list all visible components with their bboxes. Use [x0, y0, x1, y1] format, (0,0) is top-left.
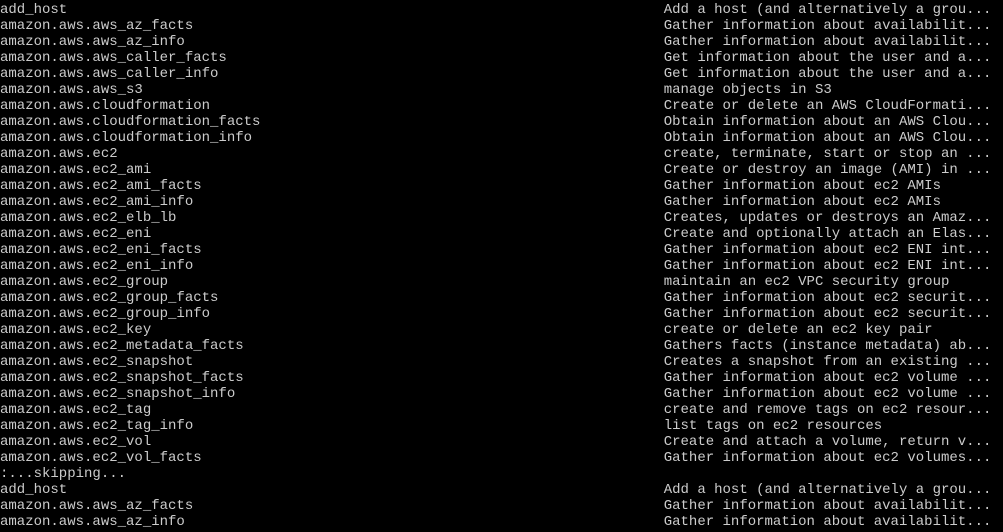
list-item: amazon.aws.ec2 create, terminate, start …	[0, 146, 1003, 162]
module-description: Gather information about availabilit...	[664, 498, 992, 514]
module-description: Gather information about ec2 AMIs	[664, 178, 941, 194]
module-name: amazon.aws.ec2_ami_facts	[0, 178, 664, 194]
module-name: amazon.aws.ec2_snapshot_facts	[0, 370, 664, 386]
list-item: amazon.aws.ec2_snapshot_facts Gather inf…	[0, 370, 1003, 386]
module-name: amazon.aws.ec2_group_facts	[0, 290, 664, 306]
module-description: Get information about the user and a...	[664, 50, 992, 66]
module-description: Gather information about ec2 securit...	[664, 306, 992, 322]
list-item: add_host Add a host (and alternatively a…	[0, 482, 1003, 498]
module-description: Gather information about ec2 ENI int...	[664, 242, 992, 258]
module-description: Creates a snapshot from an existing ...	[664, 354, 992, 370]
module-description: Gather information about ec2 AMIs	[664, 194, 941, 210]
module-description: create and remove tags on ec2 resour...	[664, 402, 992, 418]
module-description: Obtain information about an AWS Clou...	[664, 130, 992, 146]
list-item: amazon.aws.ec2_tag_info list tags on ec2…	[0, 418, 1003, 434]
module-name: amazon.aws.aws_az_info	[0, 34, 664, 50]
module-description: Create or delete an AWS CloudFormati...	[664, 98, 992, 114]
list-item: amazon.aws.cloudformation_facts Obtain i…	[0, 114, 1003, 130]
module-name: amazon.aws.ec2_group	[0, 274, 664, 290]
module-name: :...skipping...	[0, 466, 664, 482]
module-name: amazon.aws.cloudformation	[0, 98, 664, 114]
list-item: amazon.aws.ec2_eni_info Gather informati…	[0, 258, 1003, 274]
module-name: amazon.aws.ec2_ami	[0, 162, 664, 178]
list-item: amazon.aws.ec2_vol_facts Gather informat…	[0, 450, 1003, 466]
module-description: Add a host (and alternatively a grou...	[664, 482, 992, 498]
list-item: amazon.aws.ec2_snapshot_info Gather info…	[0, 386, 1003, 402]
module-name: amazon.aws.ec2	[0, 146, 664, 162]
module-description: Gathers facts (instance metadata) ab...	[664, 338, 992, 354]
module-name: amazon.aws.ec2_eni_info	[0, 258, 664, 274]
module-name: amazon.aws.aws_caller_facts	[0, 50, 664, 66]
module-description: list tags on ec2 resources	[664, 418, 882, 434]
list-item: amazon.aws.ec2_key create or delete an e…	[0, 322, 1003, 338]
module-description: Create or destroy an image (AMI) in ...	[664, 162, 992, 178]
module-description: Gather information about availabilit...	[664, 34, 992, 50]
list-item: amazon.aws.aws_az_facts Gather informati…	[0, 18, 1003, 34]
module-name: amazon.aws.ec2_tag_info	[0, 418, 664, 434]
module-description: Creates, updates or destroys an Amaz...	[664, 210, 992, 226]
list-item: amazon.aws.cloudformation_info Obtain in…	[0, 130, 1003, 146]
module-name: amazon.aws.ec2_snapshot_info	[0, 386, 664, 402]
module-description: Get information about the user and a...	[664, 66, 992, 82]
module-description: Gather information about ec2 volume ...	[664, 370, 992, 386]
module-name: amazon.aws.aws_az_facts	[0, 498, 664, 514]
list-item: amazon.aws.ec2_metadata_facts Gathers fa…	[0, 338, 1003, 354]
module-description: Create and attach a volume, return v...	[664, 434, 992, 450]
module-description: manage objects in S3	[664, 82, 832, 98]
module-description: Create and optionally attach an Elas...	[664, 226, 992, 242]
module-name: amazon.aws.cloudformation_info	[0, 130, 664, 146]
module-name: amazon.aws.cloudformation_facts	[0, 114, 664, 130]
module-name: amazon.aws.ec2_elb_lb	[0, 210, 664, 226]
module-name: amazon.aws.ec2_vol_facts	[0, 450, 664, 466]
list-item: :...skipping...	[0, 466, 1003, 482]
module-name: amazon.aws.ec2_key	[0, 322, 664, 338]
module-description: Gather information about ec2 securit...	[664, 290, 992, 306]
module-description: create or delete an ec2 key pair	[664, 322, 933, 338]
list-item: amazon.aws.ec2_eni_facts Gather informat…	[0, 242, 1003, 258]
module-description: Gather information about ec2 volume ...	[664, 386, 992, 402]
module-description: create, terminate, start or stop an ...	[664, 146, 992, 162]
list-item: amazon.aws.ec2_ami_info Gather informati…	[0, 194, 1003, 210]
list-item: amazon.aws.ec2_group_facts Gather inform…	[0, 290, 1003, 306]
list-item: amazon.aws.aws_caller_info Get informati…	[0, 66, 1003, 82]
list-item: amazon.aws.aws_az_info Gather informatio…	[0, 34, 1003, 50]
list-item: amazon.aws.ec2_elb_lb Creates, updates o…	[0, 210, 1003, 226]
module-name: amazon.aws.aws_az_facts	[0, 18, 664, 34]
terminal-output: add_host Add a host (and alternatively a…	[0, 0, 1003, 532]
list-item: amazon.aws.ec2_group maintain an ec2 VPC…	[0, 274, 1003, 290]
list-item: amazon.aws.aws_caller_facts Get informat…	[0, 50, 1003, 66]
module-name: amazon.aws.ec2_eni	[0, 226, 664, 242]
module-name: amazon.aws.aws_caller_info	[0, 66, 664, 82]
module-name: amazon.aws.ec2_eni_facts	[0, 242, 664, 258]
module-description: Obtain information about an AWS Clou...	[664, 114, 992, 130]
list-item: amazon.aws.aws_s3 manage objects in S3	[0, 82, 1003, 98]
module-name: add_host	[0, 2, 664, 18]
list-item: amazon.aws.cloudformation Create or dele…	[0, 98, 1003, 114]
module-description: Gather information about ec2 volumes...	[664, 450, 992, 466]
list-item: add_host Add a host (and alternatively a…	[0, 2, 1003, 18]
list-item: amazon.aws.ec2_group_info Gather informa…	[0, 306, 1003, 322]
list-item: amazon.aws.ec2_ami Create or destroy an …	[0, 162, 1003, 178]
module-name: amazon.aws.ec2_snapshot	[0, 354, 664, 370]
module-name: amazon.aws.ec2_tag	[0, 402, 664, 418]
list-item: amazon.aws.ec2_tag create and remove tag…	[0, 402, 1003, 418]
module-name: amazon.aws.aws_s3	[0, 82, 664, 98]
module-description: maintain an ec2 VPC security group	[664, 274, 950, 290]
list-item: amazon.aws.aws_az_facts Gather informati…	[0, 498, 1003, 514]
list-item: amazon.aws.ec2_eni Create and optionally…	[0, 226, 1003, 242]
module-name: amazon.aws.ec2_metadata_facts	[0, 338, 664, 354]
list-item: amazon.aws.ec2_ami_facts Gather informat…	[0, 178, 1003, 194]
module-description: Add a host (and alternatively a grou...	[664, 2, 992, 18]
module-name: amazon.aws.ec2_vol	[0, 434, 664, 450]
list-item: amazon.aws.ec2_snapshot Creates a snapsh…	[0, 354, 1003, 370]
module-name: amazon.aws.ec2_ami_info	[0, 194, 664, 210]
module-description: Gather information about availabilit...	[664, 18, 992, 34]
module-name: amazon.aws.ec2_group_info	[0, 306, 664, 322]
module-name: add_host	[0, 482, 664, 498]
module-description: Gather information about ec2 ENI int...	[664, 258, 992, 274]
list-item: amazon.aws.ec2_vol Create and attach a v…	[0, 434, 1003, 450]
